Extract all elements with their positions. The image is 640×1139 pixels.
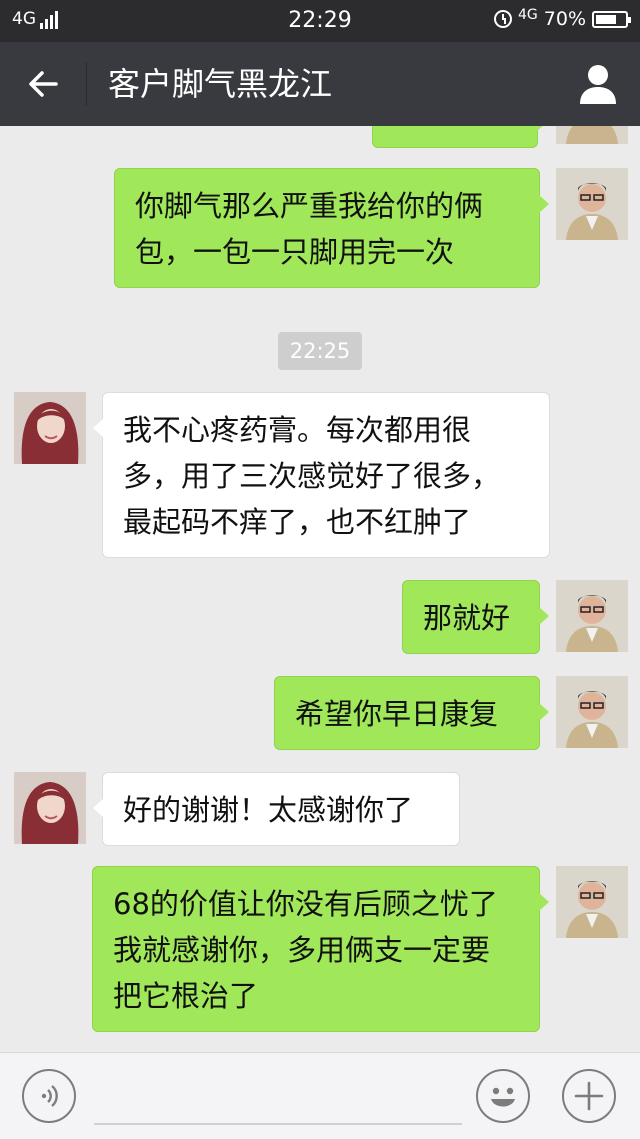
- message-input[interactable]: [94, 1123, 462, 1125]
- message-list[interactable]: 你脚气那么严重我给你的俩 包，一包一只脚用完一次 22:25 我不心疼药膏。每次…: [0, 126, 640, 1052]
- message-bubble[interactable]: 希望你早日康复: [274, 676, 549, 750]
- back-button[interactable]: [20, 60, 68, 108]
- chat-title: 客户脚气黑龙江: [108, 65, 333, 103]
- battery-percent: 70%: [543, 8, 586, 30]
- voice-icon: [41, 1085, 58, 1107]
- message-bubble[interactable]: 68的价值让你没有后顾之忧了 我就感谢你，多用俩支一定要 把它根治了: [92, 866, 549, 1032]
- back-arrow-icon: [29, 71, 58, 97]
- person-icon: [580, 65, 616, 104]
- avatar-male-image: [556, 126, 628, 144]
- avatar-male-image: [556, 866, 628, 938]
- network-type-right: 4G: [518, 7, 538, 23]
- message-bubble[interactable]: 那就好: [402, 580, 549, 654]
- message-bubble[interactable]: 好的谢谢！太感谢你了: [93, 772, 460, 846]
- avatar-male-image: [556, 580, 628, 652]
- sender-avatar[interactable]: [556, 866, 628, 938]
- avatar-male-image: [556, 168, 628, 240]
- contact-avatar[interactable]: [14, 392, 86, 464]
- status-right: 4G 70%: [494, 7, 631, 30]
- contact-info-button[interactable]: [578, 62, 618, 106]
- sender-avatar[interactable]: [556, 126, 628, 144]
- more-button[interactable]: [562, 1069, 616, 1123]
- header-divider: [86, 62, 87, 106]
- message-bubble-partial[interactable]: [372, 126, 547, 148]
- message-timestamp: 22:25: [278, 332, 362, 370]
- sender-avatar[interactable]: [556, 580, 628, 652]
- plus-icon: [574, 1081, 604, 1111]
- alarm-icon: [494, 10, 512, 28]
- emoji-icon: [491, 1087, 515, 1107]
- avatar-male-image: [556, 676, 628, 748]
- avatar-female-image: [14, 392, 86, 464]
- sender-avatar[interactable]: [556, 676, 628, 748]
- contact-avatar[interactable]: [14, 772, 86, 844]
- status-bar: 4G 22:29 4G 70%: [0, 0, 640, 42]
- battery-icon: [592, 10, 631, 28]
- chat-header: 客户脚气黑龙江: [0, 42, 640, 126]
- sender-avatar[interactable]: [556, 168, 628, 240]
- message-bubble[interactable]: 我不心疼药膏。每次都用很 多，用了三次感觉好了很多， 最起码不痒了，也不红肿了: [93, 392, 550, 558]
- battery-fill: [596, 14, 616, 24]
- avatar-female-image: [14, 772, 86, 844]
- voice-button[interactable]: [22, 1069, 76, 1123]
- emoji-button[interactable]: [476, 1069, 530, 1123]
- message-bubble[interactable]: 你脚气那么严重我给你的俩 包，一包一只脚用完一次: [114, 168, 549, 288]
- input-bar: [0, 1052, 640, 1139]
